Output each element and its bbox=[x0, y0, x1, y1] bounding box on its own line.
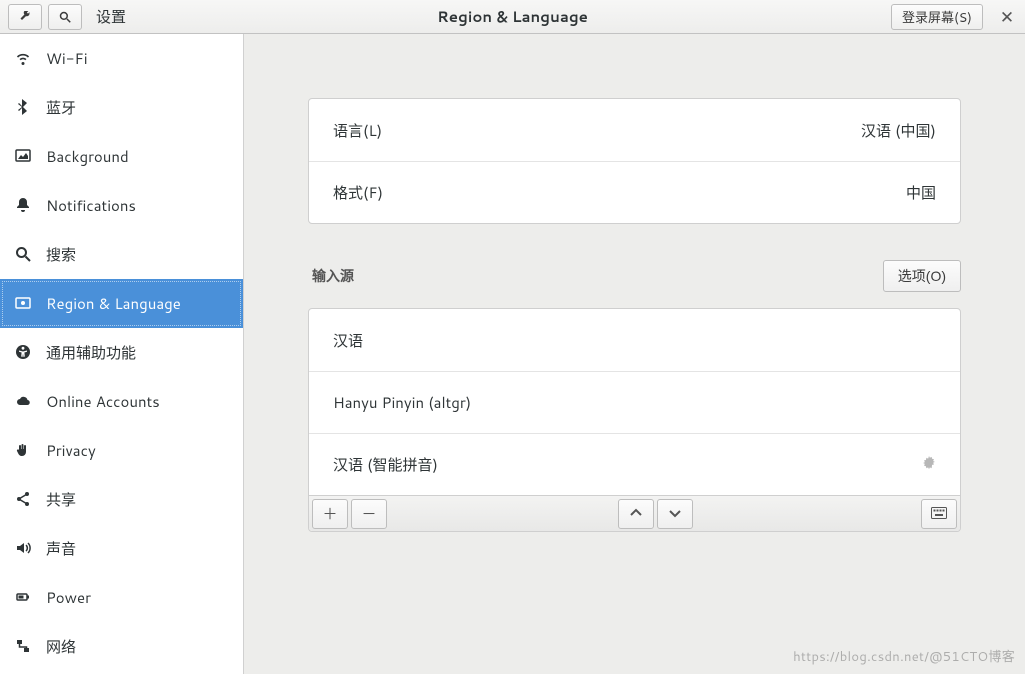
sidebar-item-privacy[interactable]: Privacy bbox=[0, 426, 243, 475]
show-layout-button[interactable] bbox=[921, 499, 957, 529]
sidebar: Wi-Fi 蓝牙 Background Notifications 搜索 Reg… bbox=[0, 34, 244, 674]
power-icon bbox=[14, 588, 32, 606]
bluetooth-icon bbox=[14, 98, 32, 116]
network-icon bbox=[14, 637, 32, 655]
window-header: 设置 Region & Language 登录屏幕(S) ✕ bbox=[0, 0, 1025, 34]
formats-label: 格式(F) bbox=[333, 182, 383, 203]
input-sources-label: 输入源 bbox=[308, 266, 354, 286]
sidebar-item-power[interactable]: Power bbox=[0, 573, 243, 622]
formats-value: 中国 bbox=[906, 182, 936, 203]
locale-card: 语言(L) 汉语 (中国) 格式(F) 中国 bbox=[308, 98, 961, 224]
sidebar-item-wifi[interactable]: Wi-Fi bbox=[0, 34, 243, 83]
sidebar-item-label: 共享 bbox=[46, 489, 76, 510]
sidebar-item-label: Background bbox=[46, 146, 129, 167]
sidebar-item-label: 搜索 bbox=[46, 244, 76, 265]
sidebar-item-online-accounts[interactable]: Online Accounts bbox=[0, 377, 243, 426]
wrench-icon bbox=[19, 11, 31, 23]
close-button[interactable]: ✕ bbox=[989, 5, 1025, 29]
main-content: 语言(L) 汉语 (中国) 格式(F) 中国 输入源 选项(O) 汉语 Hany… bbox=[244, 34, 1025, 674]
sidebar-item-label: Power bbox=[46, 587, 91, 608]
sidebar-item-sharing[interactable]: 共享 bbox=[0, 475, 243, 524]
language-value: 汉语 (中国) bbox=[861, 120, 936, 141]
a11y-icon bbox=[14, 343, 32, 361]
sidebar-item-notifications[interactable]: Notifications bbox=[0, 181, 243, 230]
input-source-item[interactable]: Hanyu Pinyin (altgr) bbox=[309, 371, 960, 433]
language-row[interactable]: 语言(L) 汉语 (中国) bbox=[309, 99, 960, 161]
search-icon bbox=[14, 245, 32, 263]
sidebar-item-region-language[interactable]: Region & Language bbox=[0, 279, 243, 328]
sidebar-item-label: 通用辅助功能 bbox=[46, 342, 136, 363]
sidebar-item-label: Privacy bbox=[46, 440, 96, 461]
input-sources-header: 输入源 选项(O) bbox=[308, 260, 961, 292]
close-icon: ✕ bbox=[1000, 5, 1014, 29]
sidebar-item-network[interactable]: 网络 bbox=[0, 622, 243, 671]
page-title: Region & Language bbox=[437, 6, 588, 27]
sidebar-item-label: Region & Language bbox=[46, 293, 181, 314]
share-icon bbox=[14, 490, 32, 508]
hand-icon bbox=[14, 441, 32, 459]
sidebar-item-bluetooth[interactable]: 蓝牙 bbox=[0, 83, 243, 132]
gear-icon[interactable] bbox=[922, 454, 936, 475]
sidebar-item-sound[interactable]: 声音 bbox=[0, 524, 243, 573]
input-sources-toolbar: ＋ － bbox=[309, 495, 960, 531]
input-options-button[interactable]: 选项(O) bbox=[883, 260, 961, 292]
formats-row[interactable]: 格式(F) 中国 bbox=[309, 161, 960, 223]
app-title: 设置 bbox=[96, 6, 126, 27]
sidebar-item-background[interactable]: Background bbox=[0, 132, 243, 181]
input-source-item[interactable]: 汉语 bbox=[309, 309, 960, 371]
sidebar-item-label: Notifications bbox=[46, 195, 136, 216]
sidebar-item-label: 声音 bbox=[46, 538, 76, 559]
volume-icon bbox=[14, 539, 32, 557]
input-source-label: Hanyu Pinyin (altgr) bbox=[333, 392, 471, 413]
chevron-up-icon bbox=[630, 503, 642, 524]
chevron-down-icon bbox=[669, 503, 681, 524]
bell-icon bbox=[14, 196, 32, 214]
input-source-label: 汉语 bbox=[333, 330, 363, 351]
search-icon bbox=[59, 11, 71, 23]
cloud-icon bbox=[14, 392, 32, 410]
sidebar-item-accessibility[interactable]: 通用辅助功能 bbox=[0, 328, 243, 377]
input-source-item[interactable]: 汉语 (智能拼音) bbox=[309, 433, 960, 495]
sidebar-item-label: 蓝牙 bbox=[46, 97, 76, 118]
move-down-button[interactable] bbox=[657, 499, 693, 529]
background-icon bbox=[14, 147, 32, 165]
remove-input-button[interactable]: － bbox=[351, 499, 387, 529]
region-icon bbox=[14, 294, 32, 312]
input-source-label: 汉语 (智能拼音) bbox=[333, 454, 438, 475]
keyboard-icon bbox=[931, 503, 947, 524]
input-sources-list: 汉语 Hanyu Pinyin (altgr) 汉语 (智能拼音) ＋ － bbox=[308, 308, 961, 532]
sidebar-item-label: Online Accounts bbox=[46, 391, 160, 412]
sidebar-item-label: 网络 bbox=[46, 636, 76, 657]
minus-icon: － bbox=[361, 503, 376, 524]
sidebar-item-label: Wi-Fi bbox=[46, 48, 88, 69]
watermark: https://blog.csdn.net/@51CTO博客 bbox=[793, 646, 1015, 666]
search-button[interactable] bbox=[48, 4, 82, 30]
move-up-button[interactable] bbox=[618, 499, 654, 529]
language-label: 语言(L) bbox=[333, 120, 382, 141]
sidebar-item-search[interactable]: 搜索 bbox=[0, 230, 243, 279]
tools-button[interactable] bbox=[8, 4, 42, 30]
wifi-icon bbox=[14, 49, 32, 67]
login-screen-button[interactable]: 登录屏幕(S) bbox=[891, 4, 983, 30]
add-input-button[interactable]: ＋ bbox=[312, 499, 348, 529]
plus-icon: ＋ bbox=[322, 503, 337, 524]
